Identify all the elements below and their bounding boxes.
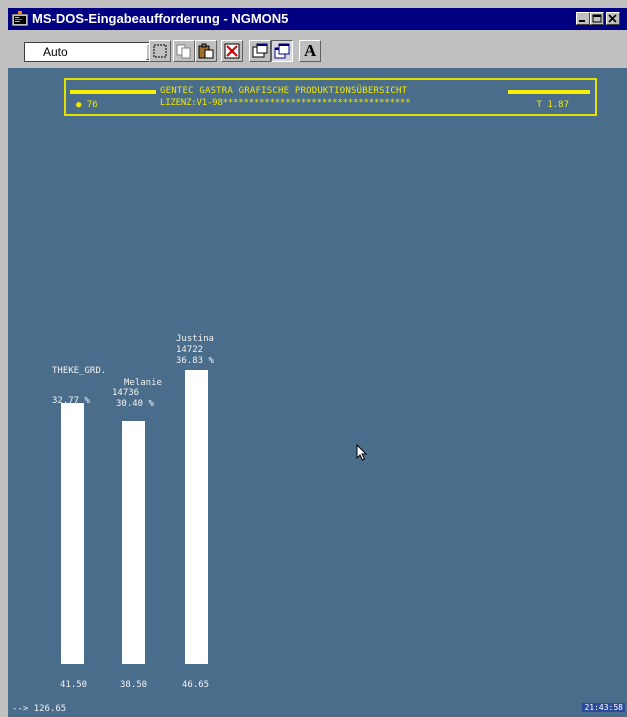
dos-window: MS-DOS-Eingabeaufforderung - NGMON5 Auto… [0,0,627,717]
bar [185,370,208,664]
toolbar: Auto ▼ [8,32,627,68]
maximize-button[interactable] [590,12,604,25]
header-box: GENTEC GASTRA GRAFISCHE PRODUKTIONSÜBERS… [64,78,597,116]
close-icon [608,14,617,23]
status-total: --> 126.65 [12,704,66,714]
dos-screen[interactable]: GENTEC GASTRA GRAFISCHE PRODUKTIONSÜBERS… [8,68,627,717]
paste-icon [198,43,214,59]
font-icon: A [304,41,317,60]
title-bar[interactable]: MS-DOS-Eingabeaufforderung - NGMON5 [8,8,627,30]
bar-bottom-value: 38.50 [120,680,148,690]
bar [122,421,145,664]
bar-name: THEKE_GRD. [52,366,107,376]
maximize-icon [592,14,602,23]
background-icon [274,43,290,59]
msdos-icon [12,11,28,27]
close-button[interactable] [606,12,620,25]
header-title: GENTEC GASTRA GRAFISCHE PRODUKTIONSÜBERS… [160,86,408,96]
header-line-right [508,90,590,94]
bar-count: 14722 [176,345,204,355]
bar-bottom-value: 46.65 [182,680,210,690]
status-prefix: --> [12,704,29,714]
window-title: MS-DOS-Eingabeaufforderung - NGMON5 [32,11,289,26]
background-button[interactable] [271,40,293,62]
mark-icon [153,44,167,58]
mark-button[interactable] [149,40,171,62]
copy-icon [176,44,191,59]
header-line-left [70,90,156,94]
properties-button[interactable] [249,40,271,62]
fullscreen-button[interactable] [221,40,243,62]
bar-percent: 36.83 % [176,356,214,366]
header-license: LIZENZ:V1-98****************************… [160,98,411,108]
minimize-icon [579,20,585,22]
fullscreen-icon [224,43,240,59]
bar-name: Justina [176,334,214,344]
bar-count: 14736 [112,388,140,398]
total-value: 126.65 [33,704,67,714]
font-button[interactable]: A [299,40,321,62]
minimize-button[interactable] [576,12,590,25]
clock: 21:43:58 [582,703,625,712]
mouse-pointer-icon [356,444,368,461]
properties-icon [252,43,268,58]
bar [61,403,84,664]
bar-bottom-value: 41.50 [60,680,88,690]
header-left-indicator: ● 76 [76,100,98,110]
bar-percent: 30.40 % [116,399,154,409]
paste-button[interactable] [195,40,217,62]
font-size-select[interactable]: Auto ▼ [24,42,164,62]
font-size-value: Auto [43,45,68,59]
copy-button[interactable] [173,40,195,62]
header-right-indicator: T 1.87 [536,100,569,110]
